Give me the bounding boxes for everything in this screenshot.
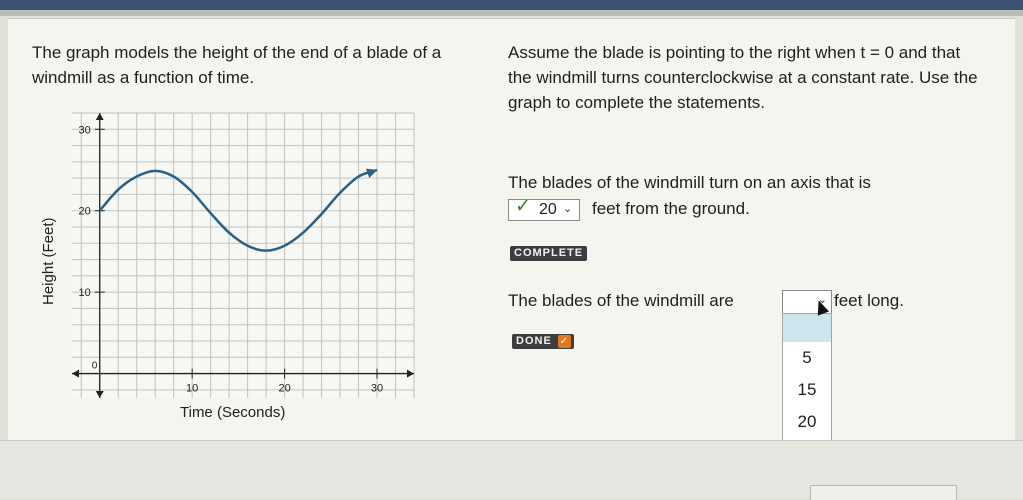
- height-time-graph: 0 10 20 30 10 20 30: [72, 112, 415, 398]
- plot-area: [72, 113, 414, 398]
- dropdown-option-blank[interactable]: [783, 314, 831, 342]
- question-right-text: Assume the blade is pointing to the righ…: [508, 43, 978, 112]
- axis-height-selected: 20: [539, 201, 557, 218]
- done-button[interactable]: DONE ✓: [512, 334, 574, 349]
- statement1-dropdown-row: ✓ 20 ⌄: [508, 196, 580, 225]
- x-tick-label: 30: [371, 383, 383, 395]
- statement2-suffix: feet long.: [834, 291, 904, 310]
- axis-height-dropdown[interactable]: ✓ 20 ⌄: [508, 196, 580, 221]
- complete-badge: COMPLETE: [510, 246, 588, 261]
- check-icon: ✓: [515, 196, 531, 217]
- x-axis-title: Time (Seconds): [180, 404, 286, 421]
- done-label: DONE: [516, 335, 552, 347]
- statement1-suffix: feet from the ground.: [592, 199, 750, 218]
- dropdown-option[interactable]: 20: [783, 407, 831, 437]
- top-bar-divider: [0, 10, 1023, 16]
- dropdown-option[interactable]: 15: [783, 375, 831, 405]
- statement2-prefix: The blades of the windmill are: [508, 291, 734, 310]
- question-left-text: The graph models the height of the end o…: [32, 43, 442, 87]
- x-tick-label: 10: [186, 383, 198, 395]
- y-tick-label: 30: [78, 124, 90, 136]
- check-icon: ✓: [557, 335, 571, 348]
- y-tick-label: 10: [78, 287, 90, 299]
- y-tick-label: 20: [78, 206, 90, 218]
- y-axis-title: Height (Feet): [40, 217, 57, 305]
- statement1-prefix: The blades of the windmill turn on an ax…: [508, 173, 871, 192]
- x-tick-label: 20: [278, 383, 290, 395]
- chevron-down-icon: ⌄: [563, 203, 573, 215]
- dropdown-option[interactable]: 5: [783, 343, 831, 373]
- x-tick-label: 0: [92, 361, 98, 372]
